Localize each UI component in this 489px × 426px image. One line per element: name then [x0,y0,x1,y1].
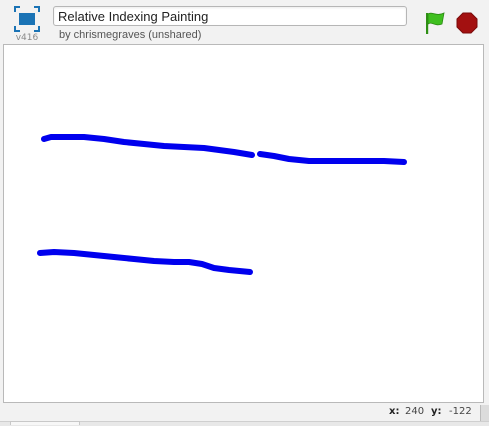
stage-resize-handle[interactable] [480,405,489,421]
mouse-coordinates: x: 240 y: -122 [0,406,489,420]
pen-stroke-upper-left [41,134,255,158]
stop-button[interactable] [456,12,478,34]
version-label: v416 [15,33,39,43]
pen-stroke-upper-right [257,151,407,165]
player-toolbar: v416 by chrismegraves (unshared) [0,0,489,44]
stage-canvas[interactable] [3,44,484,403]
stop-sign-icon [456,12,478,34]
x-coordinate-value: 240 [405,406,425,417]
pen-drawing [37,134,407,275]
pen-stroke-lower [37,249,253,275]
y-coordinate-label: y: [431,406,442,417]
presentation-mode-button[interactable]: v416 [9,5,45,45]
green-flag-button[interactable] [423,10,447,36]
project-title-input[interactable] [53,6,407,26]
author-byline: by chrismegraves (unshared) [59,29,202,41]
bottom-tab[interactable] [10,421,80,425]
y-coordinate-value: -122 [449,406,472,417]
green-flag-icon [426,12,445,34]
x-coordinate-label: x: [389,406,400,417]
fullscreen-presentation-icon [14,6,40,32]
